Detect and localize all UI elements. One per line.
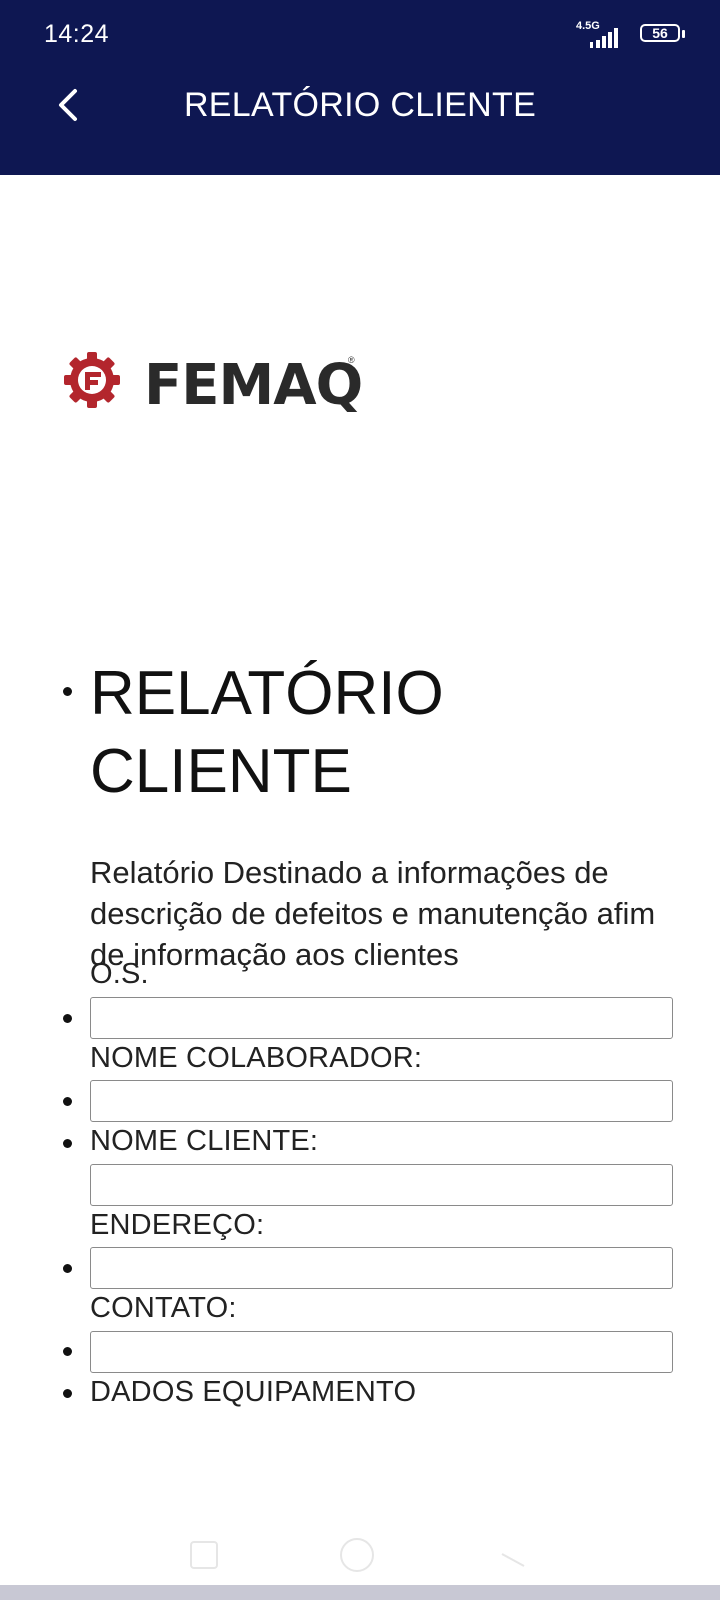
status-icons: 4.5G 56 xyxy=(560,20,685,50)
bullet xyxy=(63,687,72,696)
bullet xyxy=(63,1139,72,1148)
report-title-line1: RELATÓRIO xyxy=(90,659,444,728)
gear-logo-icon xyxy=(64,352,120,408)
battery-level: 56 xyxy=(652,25,668,41)
report-title-line2: CLIENTE xyxy=(90,737,352,806)
report-description: Relatório Destinado a informações de des… xyxy=(90,855,656,972)
os-input[interactable] xyxy=(90,997,673,1039)
address-input[interactable] xyxy=(90,1247,673,1289)
label-contact: CONTATO: xyxy=(90,1292,237,1324)
page-title: RELATÓRIO CLIENTE xyxy=(183,86,537,124)
femaq-logo: FEMAQ ® xyxy=(62,352,382,418)
label-equipment-data: DADOS EQUIPAMENTO xyxy=(90,1376,417,1408)
status-time: 14:24 xyxy=(44,20,110,48)
label-os: O.S. xyxy=(90,958,149,990)
home-button[interactable] xyxy=(340,1538,374,1572)
contact-input[interactable] xyxy=(90,1331,673,1373)
signal-icon xyxy=(590,28,618,48)
logo-brand: FEMAQ xyxy=(144,353,363,418)
bullet xyxy=(63,1347,72,1356)
battery-tip xyxy=(682,30,685,38)
label-address: ENDEREÇO: xyxy=(90,1209,265,1241)
battery-icon: 56 xyxy=(640,24,680,42)
navigation-bar xyxy=(0,1585,720,1600)
report-title: RELATÓRIO CLIENTE xyxy=(90,655,510,811)
bullet xyxy=(63,1264,72,1273)
client-name-input[interactable] xyxy=(90,1164,673,1206)
bullet xyxy=(63,1389,72,1398)
bullet xyxy=(63,1014,72,1023)
bullet xyxy=(63,1097,72,1106)
logo-registered: ® xyxy=(348,355,355,365)
label-client: NOME CLIENTE: xyxy=(90,1125,319,1157)
collaborator-name-input[interactable] xyxy=(90,1080,673,1122)
nav-back-icon[interactable] xyxy=(498,1540,528,1570)
label-collaborator: NOME COLABORADOR: xyxy=(90,1042,423,1074)
recents-button[interactable] xyxy=(190,1541,218,1569)
app-header: 14:24 4.5G 56 RELATÓRIO CLIENTE xyxy=(0,0,720,175)
